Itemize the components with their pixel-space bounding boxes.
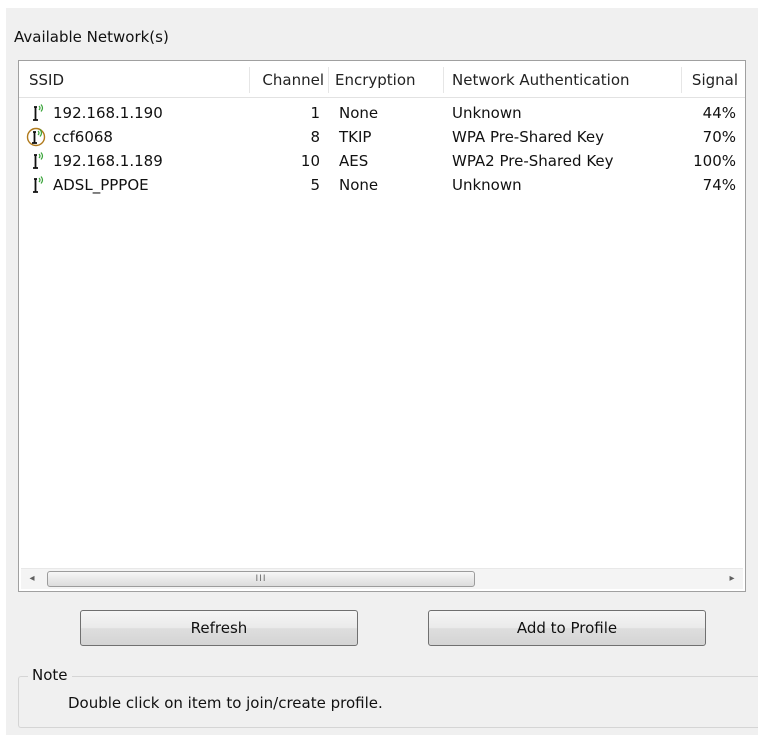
wifi-signal-connected-icon [26,127,46,147]
auth-cell: Unknown [452,176,522,194]
add-to-profile-button[interactable]: Add to Profile [428,610,706,646]
table-row[interactable]: 192.168.1.189 10 AES WPA2 Pre-Shared Key… [19,149,745,173]
scroll-left-arrow-icon[interactable]: ◂ [21,569,43,589]
column-divider[interactable] [443,67,444,93]
wifi-signal-icon [33,104,44,121]
auth-cell: WPA2 Pre-Shared Key [452,152,614,170]
ssid-cell: ccf6068 [53,128,113,146]
column-header-channel[interactable]: Channel [250,61,324,97]
channel-cell: 8 [310,128,320,146]
note-label: Note [28,666,72,684]
column-header-ssid[interactable]: SSID [29,61,229,97]
channel-cell: 5 [310,176,320,194]
encryption-cell: AES [339,152,369,170]
channel-cell: 1 [310,104,320,122]
ssid-cell: 192.168.1.189 [53,152,163,170]
refresh-button[interactable]: Refresh [80,610,358,646]
encryption-cell: TKIP [339,128,372,146]
note-text: Double click on item to join/create prof… [68,694,383,712]
wifi-signal-icon [33,176,44,193]
table-row[interactable]: ccf6068 8 TKIP WPA Pre-Shared Key 70% [19,125,745,149]
scroll-right-arrow-icon[interactable]: ▸ [721,569,743,589]
encryption-cell: None [339,104,379,122]
auth-cell: WPA Pre-Shared Key [452,128,604,146]
column-header-auth[interactable]: Network Authentication [452,61,672,97]
scrollbar-grip: III [255,574,267,584]
scrollbar-thumb[interactable]: III [47,571,475,587]
network-list[interactable]: SSID Channel Encryption Network Authenti… [18,60,746,592]
channel-cell: 10 [300,152,320,170]
list-header: SSID Channel Encryption Network Authenti… [19,61,745,98]
auth-cell: Unknown [452,104,522,122]
signal-cell: 70% [702,128,736,146]
wifi-signal-icon [33,152,44,169]
column-header-signal[interactable]: Signal [682,61,738,97]
signal-cell: 44% [702,104,736,122]
signal-cell: 100% [693,152,736,170]
ssid-cell: ADSL_PPPOE [53,176,149,194]
column-divider[interactable] [328,67,329,93]
signal-cell: 74% [702,176,736,194]
table-row[interactable]: ADSL_PPPOE 5 None Unknown 74% [19,173,745,197]
table-row[interactable]: 192.168.1.190 1 None Unknown 44% [19,101,745,125]
available-networks-label: Available Network(s) [14,28,169,46]
ssid-cell: 192.168.1.190 [53,104,163,122]
column-header-encryption[interactable]: Encryption [335,61,435,97]
encryption-cell: None [339,176,379,194]
horizontal-scrollbar[interactable]: ◂ III ▸ [21,568,743,589]
